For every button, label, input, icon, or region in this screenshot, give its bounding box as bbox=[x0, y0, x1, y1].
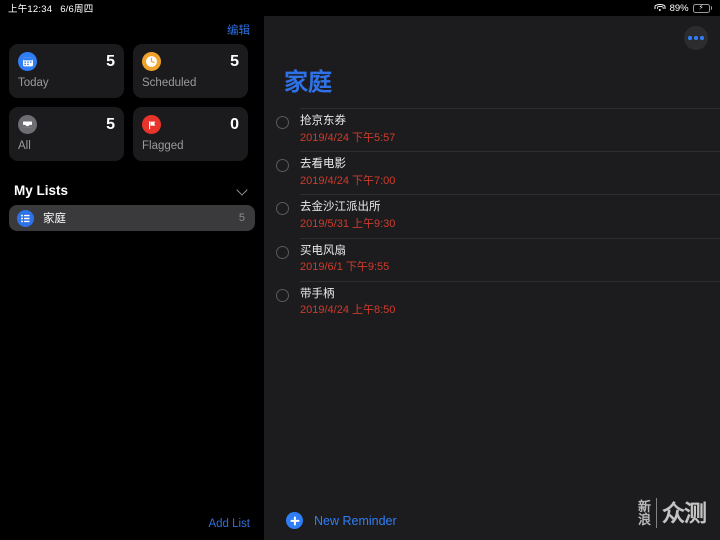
reminder-date: 2019/6/1 下午9:55 bbox=[300, 261, 390, 274]
smart-list-card-scheduled[interactable]: 5 Scheduled bbox=[133, 44, 248, 98]
reminder-title: 去看电影 bbox=[300, 158, 346, 171]
table-row[interactable]: 去金沙江派出所 2019/5/31 上午9:30 bbox=[264, 194, 720, 237]
bullet-list-icon bbox=[17, 209, 34, 227]
sidebar-header: 编辑 bbox=[0, 16, 264, 44]
status-bar-date: 6/6周四 bbox=[60, 4, 94, 15]
smart-list-card-all[interactable]: 5 All bbox=[9, 107, 124, 161]
sidebar: 编辑 5 Today 5 Scheduled 5 All 0 Flagged M… bbox=[0, 16, 264, 540]
reminder-title: 带手柄 bbox=[300, 287, 335, 300]
card-count: 5 bbox=[106, 115, 115, 133]
smart-list-card-flagged[interactable]: 0 Flagged bbox=[133, 107, 248, 161]
flag-icon bbox=[142, 115, 161, 134]
watermark-left-line2: 浪 bbox=[637, 512, 651, 527]
card-top: 5 bbox=[18, 52, 115, 71]
card-label: Flagged bbox=[142, 140, 184, 152]
inbox-icon bbox=[18, 115, 37, 134]
card-count: 5 bbox=[106, 52, 115, 70]
reminder-checkbox[interactable] bbox=[264, 238, 300, 281]
reminder-title: 抢京东券 bbox=[300, 115, 346, 127]
my-lists-header[interactable]: My Lists bbox=[0, 179, 264, 201]
card-top: 5 bbox=[18, 115, 115, 134]
card-count: 0 bbox=[230, 115, 239, 133]
wifi-icon bbox=[654, 3, 666, 13]
ellipsis-icon[interactable] bbox=[684, 26, 708, 50]
card-label: All bbox=[18, 140, 31, 152]
add-list-button[interactable]: Add List bbox=[208, 518, 250, 530]
status-bar-left: 上午12:34 6/6周四 bbox=[8, 1, 93, 15]
battery-percent-label: 89% bbox=[669, 2, 689, 14]
card-count: 5 bbox=[230, 52, 239, 70]
my-lists-title: My Lists bbox=[14, 182, 69, 198]
watermark-left: 新 浪 bbox=[637, 498, 656, 527]
watermark-right: 众测 bbox=[662, 499, 707, 526]
reminder-date: 2019/4/24 下午7:00 bbox=[300, 174, 396, 187]
reminder-body: 抢京东券 2019/4/24 下午5:57 bbox=[300, 108, 720, 151]
card-label: Scheduled bbox=[142, 77, 197, 89]
page-title: 家庭 bbox=[284, 69, 332, 96]
reminder-checkbox[interactable] bbox=[264, 194, 300, 237]
new-reminder-label: New Reminder bbox=[314, 513, 397, 528]
main-pane: 家庭 抢京东券 2019/4/24 下午5:57 去看电影 2019/4/24 … bbox=[264, 16, 720, 540]
table-row[interactable]: 买电风扇 2019/6/1 下午9:55 bbox=[264, 237, 720, 281]
reminder-checkbox[interactable] bbox=[264, 281, 300, 324]
reminder-body: 买电风扇 2019/6/1 下午9:55 bbox=[300, 237, 720, 281]
reminders-list: 抢京东券 2019/4/24 下午5:57 去看电影 2019/4/24 下午7… bbox=[264, 108, 720, 324]
plus-circle-icon bbox=[286, 512, 303, 529]
smart-list-card-today[interactable]: 5 Today bbox=[9, 44, 124, 98]
status-bar-time: 上午12:34 bbox=[8, 4, 53, 15]
card-top: 5 bbox=[142, 52, 239, 71]
reminder-body: 带手柄 2019/4/24 上午8:50 bbox=[300, 280, 720, 324]
reminder-checkbox[interactable] bbox=[264, 151, 300, 194]
battery-charging-icon: ⚡ bbox=[692, 3, 712, 13]
reminder-date: 2019/4/24 下午5:57 bbox=[300, 131, 396, 144]
reminder-title: 去金沙江派出所 bbox=[300, 201, 381, 214]
reminder-checkbox[interactable] bbox=[264, 108, 300, 151]
reminder-body: 去看电影 2019/4/24 下午7:00 bbox=[300, 151, 720, 194]
status-bar: 上午12:34 6/6周四 89% ⚡ bbox=[0, 0, 720, 16]
reminder-date: 2019/5/31 上午9:30 bbox=[300, 217, 396, 230]
ipad-reminders-screen: 上午12:34 6/6周四 89% ⚡ 编辑 5 Today 5 Schedul… bbox=[0, 0, 720, 540]
table-row[interactable]: 抢京东券 2019/4/24 下午5:57 bbox=[264, 108, 720, 151]
calendar-icon bbox=[18, 52, 37, 71]
reminder-body: 去金沙江派出所 2019/5/31 上午9:30 bbox=[300, 194, 720, 237]
reminder-date: 2019/4/24 上午8:50 bbox=[300, 304, 396, 317]
chevron-down-icon[interactable] bbox=[238, 185, 248, 195]
clock-icon bbox=[142, 52, 161, 71]
sidebar-item-jiating[interactable]: 家庭 5 bbox=[9, 205, 255, 231]
reminder-title: 买电风扇 bbox=[300, 244, 346, 257]
sidebar-item-count: 5 bbox=[238, 212, 245, 224]
table-row[interactable]: 去看电影 2019/4/24 下午7:00 bbox=[264, 151, 720, 194]
smart-list-cards: 5 Today 5 Scheduled 5 All 0 Flagged bbox=[0, 44, 264, 161]
card-label: Today bbox=[18, 77, 49, 89]
new-reminder-button[interactable]: New Reminder bbox=[286, 512, 397, 529]
card-top: 0 bbox=[142, 115, 239, 134]
table-row[interactable]: 带手柄 2019/4/24 上午8:50 bbox=[264, 280, 720, 324]
my-lists-rows: 家庭 5 bbox=[0, 205, 264, 231]
watermark: 新 浪 众测 bbox=[637, 498, 707, 528]
watermark-left-line1: 新 bbox=[637, 498, 651, 514]
sidebar-item-label: 家庭 bbox=[43, 213, 66, 225]
status-bar-right: 89% ⚡ bbox=[654, 2, 712, 14]
edit-button[interactable]: 编辑 bbox=[227, 22, 250, 38]
